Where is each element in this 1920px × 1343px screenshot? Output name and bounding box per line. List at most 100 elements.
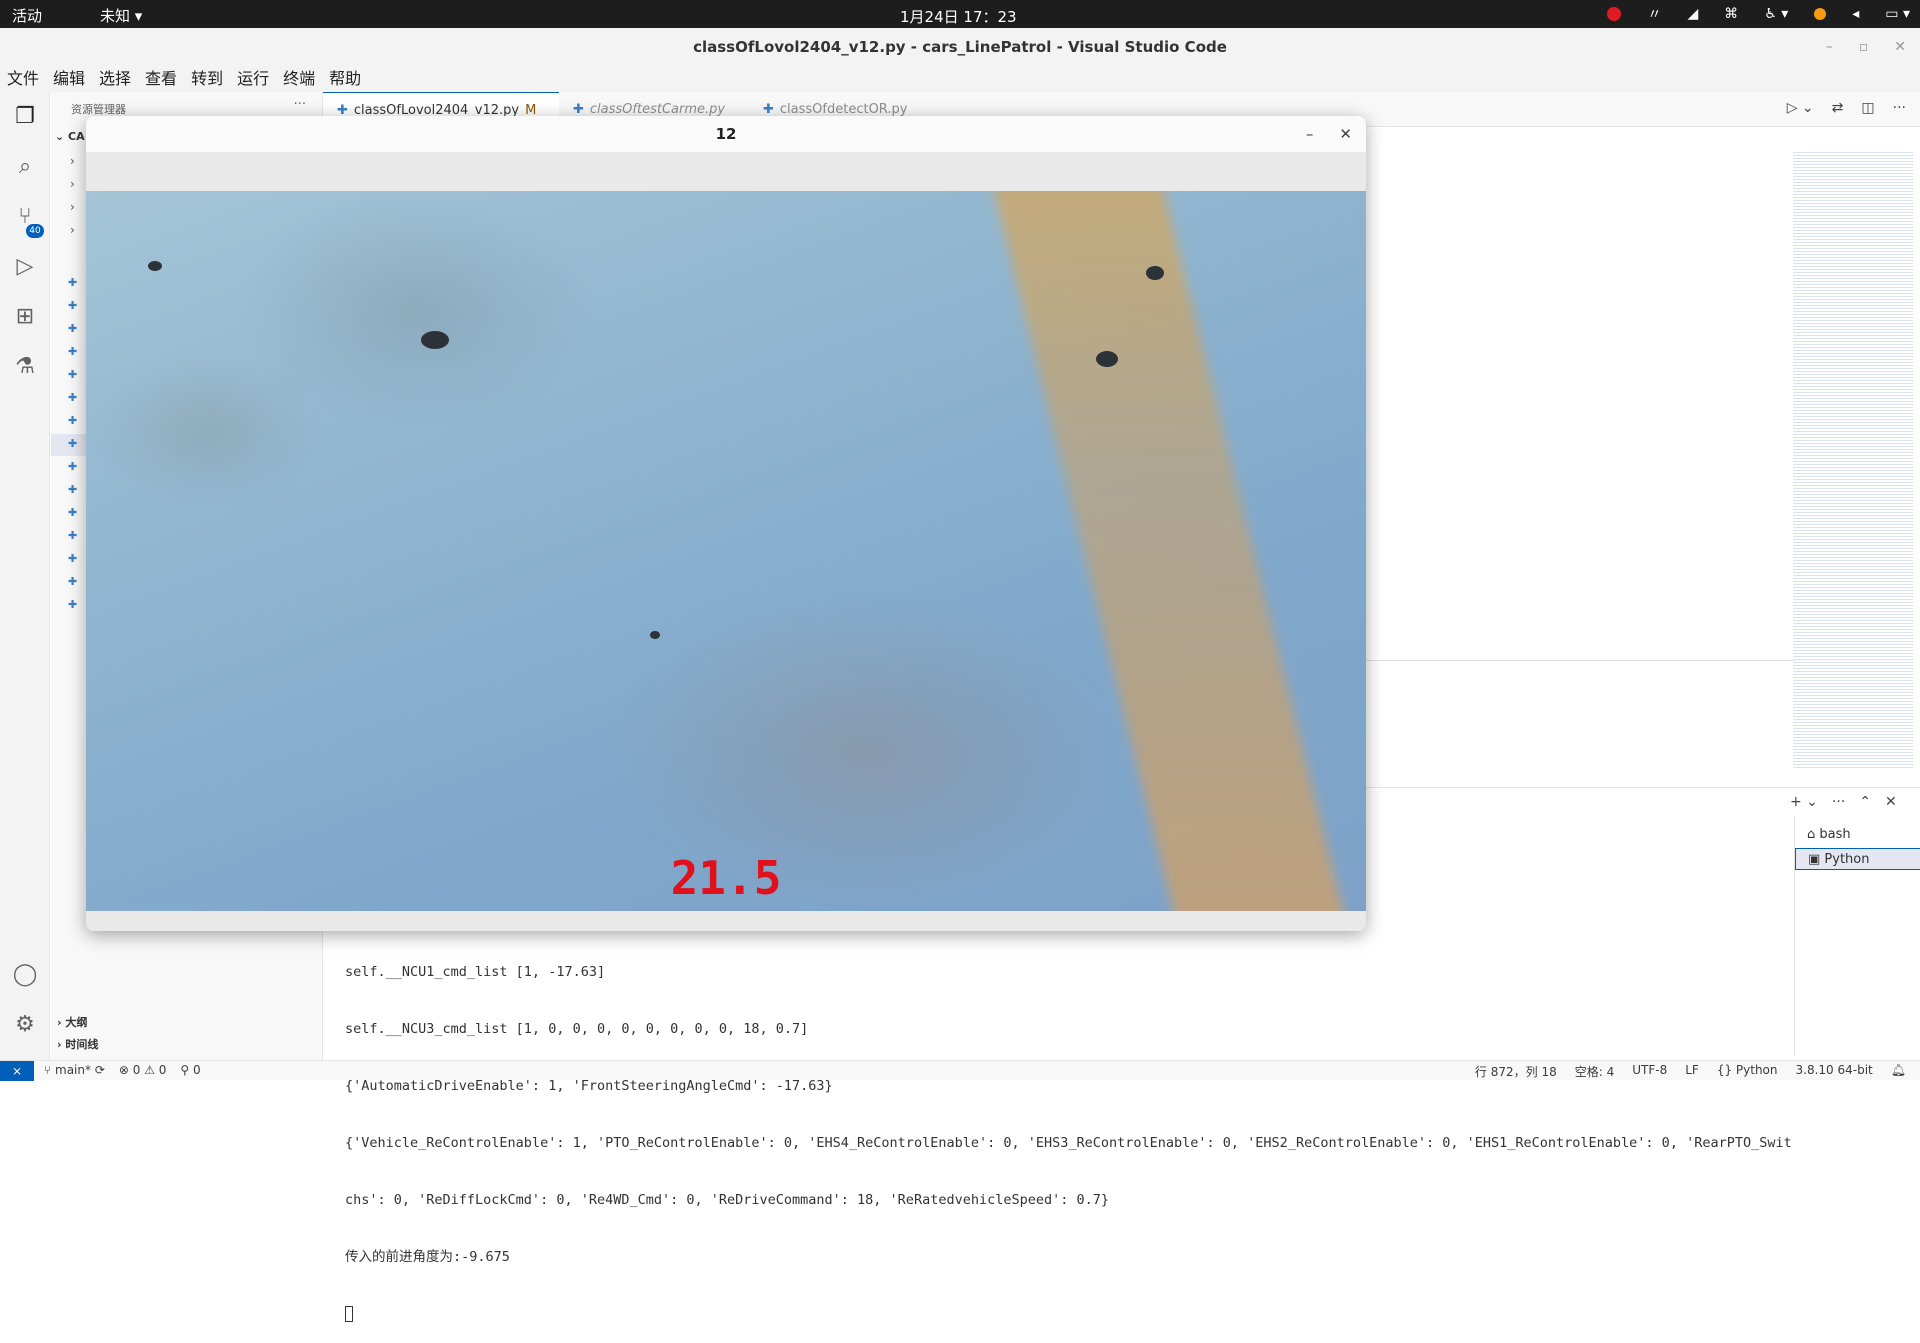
menu-selection[interactable]: 选择 [92, 66, 138, 92]
menu-edit[interactable]: 编辑 [46, 66, 92, 92]
account-icon[interactable]: ◯ [12, 962, 38, 988]
minimize-icon[interactable]: – [1306, 116, 1314, 152]
testing-icon[interactable]: ⚗ [12, 354, 38, 380]
python-file-icon[interactable]: ✚ [68, 300, 78, 311]
camera-window-toolbar [86, 152, 1366, 192]
rock [421, 331, 449, 349]
language-mode[interactable]: {} Python [1717, 1063, 1778, 1080]
python-file-icon[interactable]: ✚ [68, 553, 78, 564]
yellow-lane-line [983, 191, 1359, 911]
indentation[interactable]: 空格: 4 [1575, 1063, 1615, 1080]
minimap[interactable] [1793, 150, 1913, 770]
terminal-cursor [345, 1305, 1785, 1324]
python-file-icon[interactable]: ✚ [68, 599, 78, 610]
close-icon[interactable]: ✕ [1894, 28, 1906, 66]
python-file-icon[interactable]: ✚ [68, 530, 78, 541]
status-icon[interactable] [1814, 8, 1827, 20]
warning-count: 0 [158, 1063, 167, 1077]
timeline-section[interactable]: › 时间线 [57, 1036, 98, 1052]
python-file-icon[interactable]: ✚ [68, 461, 78, 472]
explorer-icon[interactable]: ❐ [12, 104, 38, 130]
accessibility-icon[interactable]: ♿ ▾ [1764, 6, 1788, 22]
terminal-actions: + ⌄ ··· ⌃ ✕ [1790, 794, 1897, 810]
terminal-instance-python[interactable]: ▣ Python [1795, 848, 1920, 870]
activities-button[interactable]: 活动 [12, 5, 42, 26]
cursor-position[interactable]: 行 872，列 18 [1475, 1063, 1557, 1080]
system-tray: 〃 ◢ ⌘ ♿ ▾ ◂ ▭ ▾ [1607, 4, 1910, 24]
settings-gear-icon[interactable]: ⚙ [12, 1012, 38, 1038]
editor-actions: ▷ ⌄ ⇄ ◫ ··· [1787, 100, 1906, 116]
python-interpreter[interactable]: 3.8.10 64-bit [1796, 1063, 1873, 1080]
notifications-bell-icon[interactable]: 🔔︎ [1891, 1063, 1906, 1080]
maximize-panel-icon[interactable]: ⌃ [1859, 794, 1871, 810]
workspace-root[interactable]: ⌄ CA [55, 130, 85, 143]
menu-terminal[interactable]: 终端 [276, 66, 322, 92]
menu-run[interactable]: 运行 [230, 66, 276, 92]
camera-window-titlebar[interactable]: 12 – ✕ [86, 116, 1366, 152]
python-file-icon[interactable]: ✚ [68, 277, 78, 288]
terminal-output[interactable]: self.__NCU1_cmd_list [1, -17.63] self.__… [345, 925, 1792, 1343]
python-file-icon[interactable]: ✚ [68, 369, 78, 380]
close-icon[interactable]: ✕ [1339, 116, 1352, 152]
encoding[interactable]: UTF-8 [1632, 1063, 1667, 1080]
network-icon[interactable]: ◢ [1687, 6, 1698, 22]
python-file-icon[interactable]: ✚ [68, 392, 78, 403]
end-of-line[interactable]: LF [1685, 1063, 1699, 1080]
folder-chevron-icon[interactable]: › [70, 200, 75, 214]
language-label: Python [1735, 1063, 1778, 1077]
alert-icon[interactable] [1607, 7, 1622, 21]
more-actions-icon[interactable]: ··· [1832, 794, 1845, 810]
outline-section[interactable]: › 大纲 [57, 1014, 87, 1030]
python-file-icon[interactable]: ✚ [68, 323, 78, 334]
python-file-icon[interactable]: ✚ [68, 507, 78, 518]
terminal-instance-label: Python [1824, 852, 1870, 867]
volume-icon[interactable]: ◂ [1852, 6, 1859, 22]
new-terminal-icon[interactable]: + ⌄ [1790, 794, 1818, 810]
run-debug-icon[interactable]: ▷ [12, 254, 38, 280]
rock [148, 261, 162, 271]
python-file-icon[interactable]: ✚ [68, 438, 78, 449]
clock[interactable]: 1月24日 17：23 [900, 6, 1017, 27]
minimize-icon[interactable]: – [1826, 28, 1833, 66]
wallpaper-icon[interactable]: 〃 [1647, 4, 1661, 24]
python-file-icon: ✚ [573, 102, 584, 117]
terminal-instance-list: ⌂ bash ▣ Python [1794, 816, 1920, 1056]
python-file-icon[interactable]: ✚ [68, 415, 78, 426]
maximize-icon[interactable]: ▫ [1859, 28, 1869, 66]
search-icon[interactable]: ⌕ [12, 154, 38, 180]
python-file-icon[interactable]: ✚ [68, 484, 78, 495]
folder-chevron-icon[interactable]: › [70, 177, 75, 191]
menu-bar: 文件 编辑 选择 查看 转到 运行 终端 帮助 [0, 66, 1920, 92]
remote-indicator-icon[interactable]: ⨯ [0, 1061, 34, 1081]
menu-view[interactable]: 查看 [138, 66, 184, 92]
menu-file[interactable]: 文件 [0, 66, 46, 92]
terminal-instance-bash[interactable]: ⌂ bash [1795, 824, 1920, 846]
tab-label: classOfdetectOR.py [779, 102, 908, 117]
menu-go[interactable]: 转到 [184, 66, 230, 92]
panel-divider [1365, 660, 1795, 661]
python-file-icon[interactable]: ✚ [68, 346, 78, 357]
command-icon[interactable]: ⌘ [1724, 6, 1738, 22]
close-panel-icon[interactable]: ✕ [1885, 794, 1897, 810]
camera-window[interactable]: 12 – ✕ 21.5 [86, 116, 1366, 931]
run-python-icon[interactable]: ▷ ⌄ [1787, 100, 1814, 116]
extensions-icon[interactable]: ⊞ [12, 304, 38, 330]
menu-help[interactable]: 帮助 [322, 66, 368, 92]
camera-frame: 21.5 [86, 191, 1366, 911]
battery-icon[interactable]: ▭ ▾ [1885, 6, 1910, 22]
terminal-line: chs': 0, 'ReDiffLockCmd': 0, 'Re4WD_Cmd'… [345, 1192, 1110, 1208]
split-editor-icon[interactable]: ◫ [1861, 100, 1874, 116]
folder-chevron-icon[interactable]: › [70, 154, 75, 168]
folder-chevron-icon[interactable]: › [70, 223, 75, 237]
more-actions-icon[interactable]: ··· [1893, 100, 1906, 116]
branch-indicator[interactable]: ⑂ main* ⟳ [44, 1063, 105, 1077]
rock [1096, 351, 1118, 367]
outline-label: 大纲 [65, 1016, 88, 1029]
problems-indicator[interactable]: ⊗ 0 ⚠ 0 [119, 1063, 167, 1077]
ports-indicator[interactable]: ⚲ 0 [180, 1063, 200, 1077]
open-changes-icon[interactable]: ⇄ [1832, 100, 1844, 116]
python-file-icon[interactable]: ✚ [68, 576, 78, 587]
app-menu[interactable]: 未知 ▾ [100, 5, 142, 26]
explorer-more-button[interactable]: ··· [294, 97, 306, 112]
window-title: classOfLovol2404_v12.py - cars_LinePatro… [693, 38, 1227, 56]
